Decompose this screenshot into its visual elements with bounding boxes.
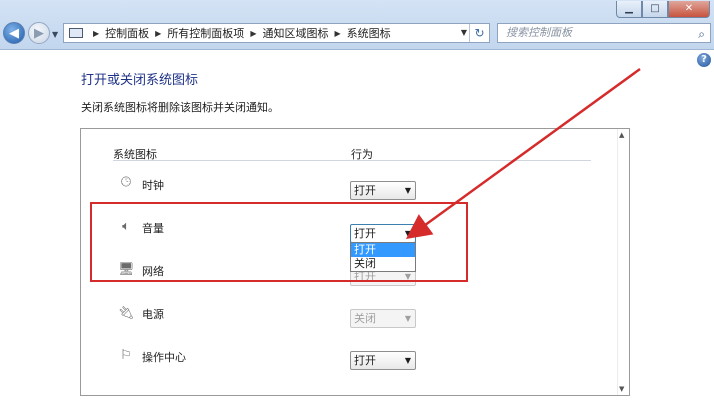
annotation-arrow-line	[405, 67, 641, 239]
annotation-arrow	[405, 67, 641, 239]
